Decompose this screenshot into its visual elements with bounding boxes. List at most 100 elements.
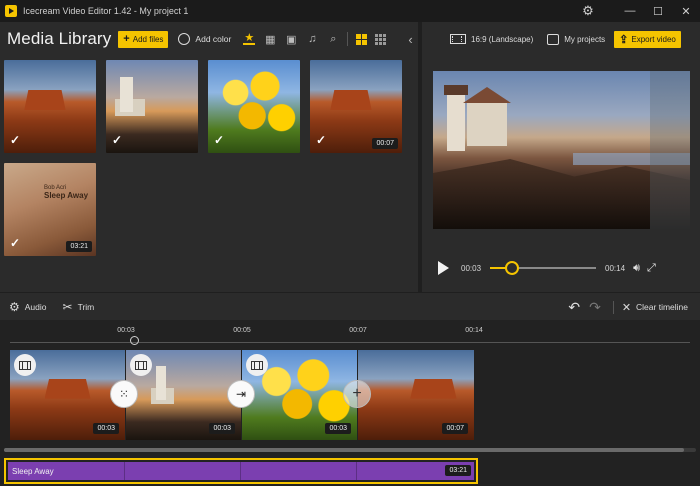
large-grid-icon[interactable] <box>356 33 368 45</box>
clip-duration: 00:07 <box>442 423 468 434</box>
media-item[interactable]: ✓ <box>106 60 198 153</box>
clear-timeline-button[interactable]: ✕ Clear timeline <box>612 300 688 314</box>
media-item[interactable]: Bob Acri Sleep Away ✓ 03:21 <box>4 163 96 256</box>
audio-button[interactable]: ⚙ Audio <box>9 300 47 314</box>
check-icon: ✓ <box>10 236 21 250</box>
scissors-icon: ✂ <box>62 299 73 314</box>
timeline-scrollbar[interactable] <box>4 448 696 452</box>
audio-clip-name: Sleep Away <box>12 467 54 476</box>
timeline: 00:03 00:05 00:07 00:14 00:03 00:03 00:0… <box>0 320 700 486</box>
projects-icon <box>547 33 560 45</box>
settings-gear-icon[interactable]: ⚙ <box>574 0 602 22</box>
clip-duration: 00:03 <box>209 423 235 434</box>
music-icon[interactable]: ♫ <box>306 33 318 45</box>
export-icon: ⇪ <box>619 33 629 46</box>
time-ruler[interactable]: 00:03 00:05 00:07 00:14 <box>10 324 690 346</box>
trim-label: Trim <box>77 301 95 312</box>
divider <box>347 32 349 46</box>
check-icon: ✓ <box>10 133 21 147</box>
current-time: 00:03 <box>461 263 482 273</box>
timeline-toolbar: ⚙ Audio ✂ Trim ↶ ↷ ✕ Clear timeline <box>0 292 700 320</box>
maximize-button[interactable]: ☐ <box>644 0 672 22</box>
video-preview[interactable] <box>433 71 690 229</box>
timeline-clip[interactable]: 00:03 <box>10 350 126 440</box>
window-controls: ⚙ — ☐ ✕ <box>574 0 700 22</box>
timeline-clip[interactable]: 00:07 <box>358 350 475 440</box>
close-button[interactable]: ✕ <box>672 0 700 22</box>
video-track: 00:03 00:03 00:03 00:07 ⁙ ⇥ + <box>10 350 475 440</box>
small-grid-icon[interactable] <box>375 33 387 45</box>
seek-handle[interactable] <box>505 261 520 275</box>
audio-clip[interactable]: Sleep Away 03:21 <box>8 462 474 480</box>
ruler-label: 00:05 <box>233 327 251 334</box>
album-title: Sleep Away <box>44 191 89 200</box>
add-files-button[interactable]: + Add files <box>118 30 169 48</box>
playhead-handle[interactable] <box>130 336 139 345</box>
media-item[interactable]: ✓ <box>4 60 96 153</box>
clip-effects-icon[interactable] <box>130 354 152 376</box>
add-files-label: Add files <box>132 34 164 44</box>
view-mode-toggle <box>347 32 387 46</box>
dots-transition-icon[interactable]: ⁙ <box>110 380 138 408</box>
media-item[interactable]: ✓ 00:07 <box>310 60 402 153</box>
star-icon[interactable]: ★ <box>243 32 256 45</box>
preview-panel: 00:03 00:14 🔊︎ ⤢ <box>422 56 700 292</box>
app-logo-icon <box>5 5 17 17</box>
palette-icon <box>178 33 191 45</box>
aspect-film-icon <box>450 34 466 44</box>
check-icon: ✓ <box>214 133 225 147</box>
preview-header: 16:9 (Landscape) My projects ⇪ Export vi… <box>422 22 700 56</box>
my-projects-button[interactable]: My projects <box>547 33 605 45</box>
chevron-left-icon[interactable]: ‹ <box>408 32 412 47</box>
end-time: 00:14 <box>605 263 626 273</box>
media-item[interactable]: ✓ <box>208 60 300 153</box>
check-icon: ✓ <box>112 133 123 147</box>
scrollbar-thumb[interactable] <box>4 448 684 452</box>
clip-duration: 00:03 <box>93 423 119 434</box>
close-icon: ✕ <box>621 301 632 314</box>
push-transition-icon[interactable]: ⇥ <box>227 380 255 408</box>
audio-track[interactable]: Sleep Away 03:21 <box>4 458 478 484</box>
library-header: Media Library + Add files Add color ★ ▦ … <box>0 22 420 56</box>
clip-duration: 00:03 <box>325 423 351 434</box>
export-video-label: Export video <box>631 34 676 44</box>
player-controls: 00:03 00:14 🔊︎ ⤢ <box>422 256 700 280</box>
undo-icon[interactable]: ↶ <box>568 299 580 316</box>
gear-icon: ⚙ <box>9 299 20 314</box>
clip-effects-icon[interactable] <box>14 354 36 376</box>
timeline-clip[interactable]: 00:03 <box>242 350 358 440</box>
ruler-label: 00:03 <box>117 327 135 334</box>
clip-effects-icon[interactable] <box>246 354 268 376</box>
check-icon: ✓ <box>316 133 327 147</box>
film-icon[interactable]: ▦ <box>264 33 276 46</box>
album-cover-text: Bob Acri Sleep Away <box>44 185 88 200</box>
media-library-grid: ✓ ✓ ✓ ✓ 00:07 Bob Acri Sleep Away ✓ 03:2… <box>0 56 418 292</box>
duration-badge: 03:21 <box>66 241 92 252</box>
volume-icon[interactable]: 🔊︎ <box>633 262 640 275</box>
media-filter-bar: ★ ▦ ▣ ♫ ⌕ <box>243 32 339 46</box>
duration-badge: 00:07 <box>372 138 398 149</box>
fullscreen-icon[interactable]: ⤢ <box>647 262 656 275</box>
aspect-ratio-label: 16:9 (Landscape) <box>471 34 534 44</box>
audio-label: Audio <box>24 301 47 312</box>
title-bar: Icecream Video Editor 1.42 - My project … <box>0 0 700 22</box>
trim-button[interactable]: ✂ Trim <box>63 300 95 314</box>
search-icon[interactable]: ⌕ <box>327 33 339 45</box>
image-icon[interactable]: ▣ <box>285 33 297 46</box>
ruler-label: 00:07 <box>349 327 367 334</box>
ruler-label: 00:14 <box>465 327 483 334</box>
aspect-ratio-selector[interactable]: 16:9 (Landscape) <box>450 34 533 44</box>
plus-icon: + <box>123 33 130 45</box>
audio-clip-duration: 03:21 <box>445 465 471 476</box>
add-transition-icon[interactable]: + <box>343 380 371 408</box>
history-tools: ↶ ↷ ✕ Clear timeline <box>559 293 688 321</box>
play-icon[interactable] <box>438 261 449 275</box>
redo-icon[interactable]: ↷ <box>589 299 601 316</box>
export-video-button[interactable]: ⇪ Export video <box>614 30 681 48</box>
seek-slider[interactable] <box>490 261 597 275</box>
add-color-button[interactable]: Add color <box>178 33 231 45</box>
timeline-clip[interactable]: 00:03 <box>126 350 242 440</box>
window-title: Icecream Video Editor 1.42 - My project … <box>23 6 189 16</box>
library-title: Media Library <box>7 29 112 48</box>
minimize-button[interactable]: — <box>616 0 644 22</box>
